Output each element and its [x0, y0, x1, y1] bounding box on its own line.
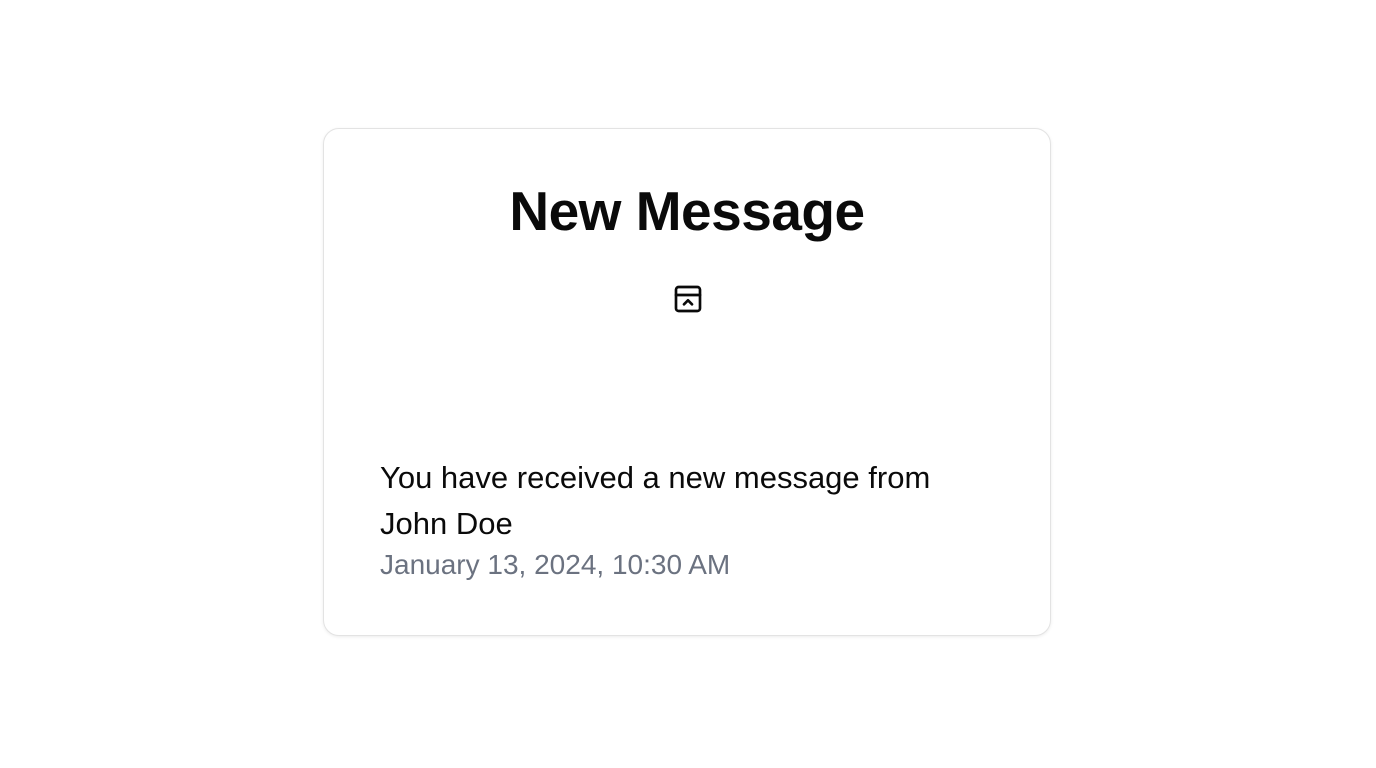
notification-title: New Message	[509, 180, 865, 242]
notification-message: You have received a new message from Joh…	[380, 460, 931, 541]
panel-top-open-icon[interactable]	[672, 283, 704, 315]
notification-card: New Message You have received a new mess…	[323, 128, 1051, 636]
notification-timestamp: January 13, 2024, 10:30 AM	[380, 549, 731, 580]
